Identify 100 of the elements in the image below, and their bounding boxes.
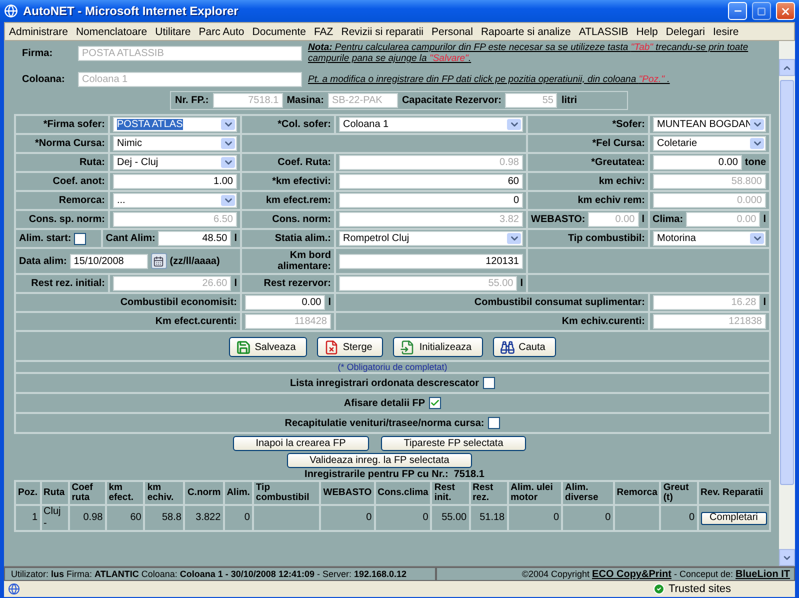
required-note: (* Obligatoriu de completat) xyxy=(338,362,448,372)
nav-button[interactable]: Inapoi la crearea FP xyxy=(232,436,369,451)
scroll-down-button[interactable] xyxy=(779,549,795,566)
close-icon xyxy=(780,6,791,16)
field-label: Coef. Ruta: xyxy=(278,157,331,168)
column-header: Alim. ulei motor xyxy=(508,482,562,504)
close-button[interactable] xyxy=(776,2,795,20)
field-label: Combustibil economisit: xyxy=(120,297,237,308)
input-field[interactable]: 0.00 xyxy=(245,295,326,310)
menu-item[interactable]: Documente xyxy=(248,26,310,38)
table-cell: 0 xyxy=(321,506,374,530)
status-text: Utilizator: lus Firma: ATLANTIC Coloana: Coloana 1 - 30/10/2008 12:41:09 - Server: 192.168.0.12 xyxy=(4,567,436,581)
scroll-up-button[interactable] xyxy=(779,59,795,76)
menu-item[interactable]: Utilitare xyxy=(151,26,195,38)
action-button[interactable]: Cauta xyxy=(492,337,556,357)
minimize-button[interactable] xyxy=(728,2,747,20)
table-cell: 0 xyxy=(376,506,430,530)
nav-button[interactable]: Valideaza inreg. la FP selectata xyxy=(286,453,472,468)
dropdown[interactable]: Coletarie xyxy=(653,136,766,151)
menu-item[interactable]: Help xyxy=(632,26,662,38)
scrollbar-thumb[interactable] xyxy=(780,80,794,485)
field-label: Km bord alimentare: xyxy=(276,250,331,272)
column-header: Poz. xyxy=(16,482,40,504)
option-label: Recapitulatie venituri/trasee/norma cursa: xyxy=(284,418,484,428)
field-label: km efect.rem: xyxy=(266,195,331,206)
field-label: Statia alim.: xyxy=(274,233,331,244)
dropdown[interactable]: Motorina xyxy=(653,231,766,246)
checkbox[interactable] xyxy=(429,397,442,409)
column-header: Rest rez. xyxy=(470,482,507,504)
checkbox[interactable] xyxy=(74,232,86,244)
table-cell: 0 xyxy=(224,506,252,530)
table-cell: 55.00 xyxy=(432,506,469,530)
menu-item[interactable]: ATLASSIB xyxy=(574,26,632,38)
table-cell: 51.18 xyxy=(470,506,507,530)
field-label: *Col. sofer: xyxy=(278,119,331,130)
unit-label: l xyxy=(763,297,766,308)
dropdown[interactable]: Dej - Cluj xyxy=(113,155,237,170)
menu-item[interactable]: Personal xyxy=(428,26,477,38)
maximize-button[interactable] xyxy=(752,2,771,20)
menu-item[interactable]: Nomenclatoare xyxy=(72,26,152,38)
table-cell: 58.8 xyxy=(145,506,184,530)
menu-item[interactable]: Delegari xyxy=(662,26,709,38)
input-field[interactable]: 48.50 xyxy=(158,231,232,246)
field-label: WEBASTO: xyxy=(531,214,586,225)
input-field[interactable]: 0 xyxy=(339,193,523,208)
field-label: Cons. norm: xyxy=(272,214,331,225)
action-button[interactable]: Initializeaza xyxy=(393,337,483,357)
field-label: *Norma Cursa: xyxy=(34,138,105,149)
dropdown[interactable]: Nimic xyxy=(113,136,237,151)
link[interactable]: BlueLion IT xyxy=(736,569,790,580)
row-link[interactable]: 1 xyxy=(16,506,40,530)
unit-label: l xyxy=(520,278,523,289)
field-label: Km echiv.curenti: xyxy=(562,316,645,327)
checkbox[interactable] xyxy=(482,377,495,389)
row-button[interactable]: Completari xyxy=(700,512,767,524)
field-label: Data alim: xyxy=(19,256,67,266)
column-header: Alim. xyxy=(224,482,252,504)
action-button[interactable]: Sterge xyxy=(316,337,384,357)
dropdown[interactable]: POSTA ATLAS xyxy=(113,117,237,132)
calendar-icon[interactable] xyxy=(150,253,167,269)
copyright-text: ©2004 Copyright ECO Copy&Print - Conceput de: BlueLion IT xyxy=(436,567,795,581)
column-header: km echiv. xyxy=(145,482,184,504)
check-icon xyxy=(653,583,666,595)
dropdown[interactable]: Rompetrol Cluj xyxy=(339,231,523,246)
field-label: *Greutatea: xyxy=(591,157,645,168)
date-field[interactable]: 15/10/2008 xyxy=(70,254,148,268)
input-field[interactable]: 60 xyxy=(339,174,523,189)
column-header: Rev. Reparatii xyxy=(698,482,769,504)
unit-label: l xyxy=(642,214,644,225)
field-label: Clima: xyxy=(652,214,684,225)
field-label: Ruta: xyxy=(79,157,105,168)
column-header: C.norm xyxy=(185,482,223,504)
checkbox[interactable] xyxy=(488,417,500,429)
menu-item[interactable]: Rapoarte si analize xyxy=(476,26,575,38)
option-label: Afisare detalii FP xyxy=(344,398,426,408)
dropdown[interactable]: Coloana 1 xyxy=(339,117,523,132)
action-button[interactable]: Salveaza xyxy=(228,337,307,357)
field-label: Alim. start: xyxy=(19,233,72,244)
menu-item[interactable]: Administrare xyxy=(5,26,72,38)
field-label: Coloana: xyxy=(22,74,66,84)
input-field[interactable]: 0.00 xyxy=(653,155,742,170)
unit-label: tone xyxy=(744,157,766,168)
column-header: Cons.clima xyxy=(376,482,430,504)
menu-item[interactable]: Parc Auto xyxy=(194,26,248,38)
input-field[interactable]: 1.00 xyxy=(113,174,237,189)
nav-button[interactable]: Tipareste FP selectata xyxy=(380,436,526,451)
menu-item[interactable]: Iesire xyxy=(709,26,743,38)
input-field[interactable]: 120131 xyxy=(339,254,523,268)
field-label: km echiv: xyxy=(598,176,645,187)
unit-label: l xyxy=(234,233,237,244)
field-label: Remorca: xyxy=(58,195,105,206)
menu-item[interactable]: Revizii si reparatii xyxy=(337,26,428,38)
link[interactable]: ECO Copy&Print xyxy=(592,569,672,580)
dropdown[interactable]: ... xyxy=(113,193,237,208)
menu-item[interactable]: FAZ xyxy=(310,26,338,38)
field-label: *Firma sofer: xyxy=(43,119,105,130)
column-header: Remorca xyxy=(614,482,660,504)
column-header: WEBASTO xyxy=(321,482,374,504)
browser-icon xyxy=(4,4,18,18)
note-text: Pt. a modifica o inregistrare din FP dati click pe pozitia operatiunii, din coloana "Poz." . xyxy=(308,72,671,86)
